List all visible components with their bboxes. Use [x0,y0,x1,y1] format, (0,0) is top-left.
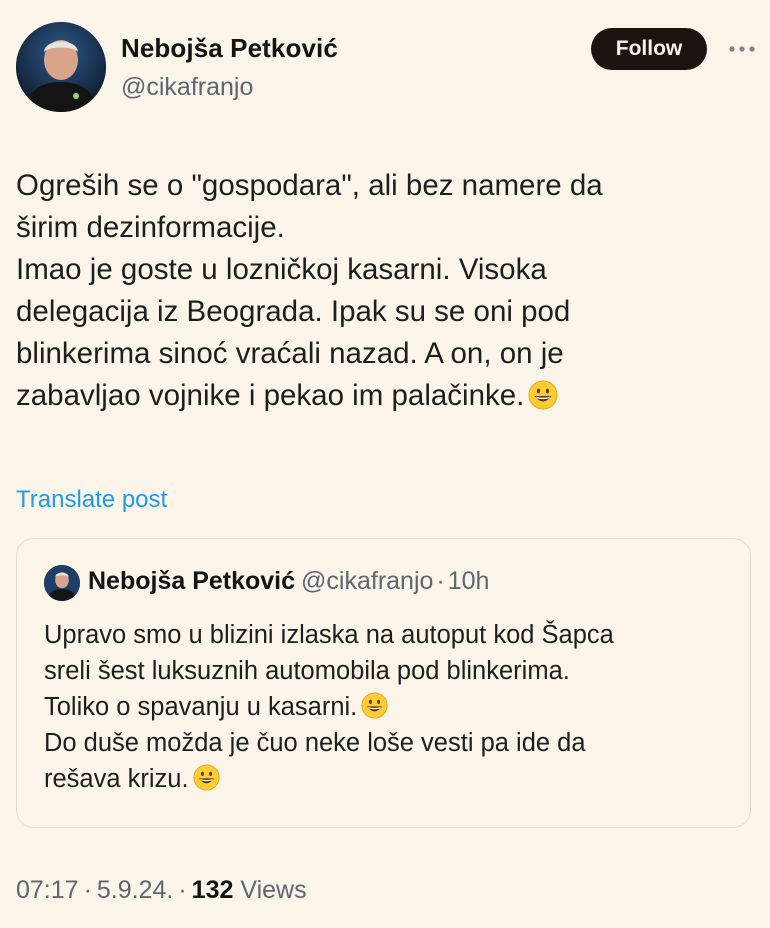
quote-line: Do duše možda je čuo neke loše vesti pa … [44,729,586,757]
quote-line: Upravo smo u blizini izlaska na autoput … [44,621,614,649]
author-handle[interactable]: @cikafranjo [121,73,253,102]
grinning-face-emoji-icon [192,764,220,791]
quote-line-with-emoji: rešava krizu. [44,761,614,797]
post-text: Ogreših se o "gospodara", ali bez namere… [16,165,736,417]
author-avatar[interactable] [16,22,106,112]
quoted-author-handle: @cikafranjo [301,567,434,595]
translate-post-link[interactable]: Translate post [16,486,167,514]
post-line: Imao je goste u lozničkoj kasarni. Visok… [16,253,547,286]
quoted-author-avatar [44,565,80,601]
views-count: 132 [191,876,234,904]
quote-line: Toliko o spavanju u kasarni. [44,693,358,721]
quote-line-with-emoji: Toliko o spavanju u kasarni. [44,689,614,725]
post-line: blinkerima sinoć vraćali nazad. A on, on… [16,337,564,370]
post-date[interactable]: 5.9.24. [97,876,173,904]
grinning-face-emoji-icon [361,692,388,719]
post-line-last: zabavljao vojnike i pekao im palačinke. [16,375,736,417]
views-label: Views [240,876,307,904]
quoted-post-time: 10h [447,567,490,595]
follow-button[interactable]: Follow [591,28,707,70]
grinning-face-emoji-icon [528,380,558,410]
quote-line: rešava krizu. [44,765,189,793]
quoted-post-card[interactable]: Nebojša Petković @cikafranjo · 10h Upravo s… [16,538,751,828]
post-line: zabavljao vojnike i pekao im palačinke. [16,379,525,412]
post-line: Ogreših se o "gospodara", ali bez namere… [16,169,603,202]
quote-line: sreli šest luksuznih automobila pod blin… [44,657,570,685]
post-line: delegacija iz Beograda. Ipak su se oni p… [16,295,571,328]
quoted-author-name: Nebojša Petković [88,567,296,595]
quoted-post-header: Nebojša Petković @cikafranjo · 10h [88,567,489,596]
post-metadata: 07:17 · 5.9.24. · 132 Views [16,876,307,905]
author-display-name[interactable]: Nebojša Petković [121,33,338,64]
meta-separator: · [178,876,187,904]
quoted-separator: · [436,567,445,595]
post-time[interactable]: 07:17 [16,876,79,904]
more-dots-icon[interactable] [722,34,762,64]
quoted-post-text: Upravo smo u blizini izlaska na autoput … [44,617,614,797]
meta-separator: · [83,876,92,904]
post-line: širim dezinformacije. [16,211,285,244]
